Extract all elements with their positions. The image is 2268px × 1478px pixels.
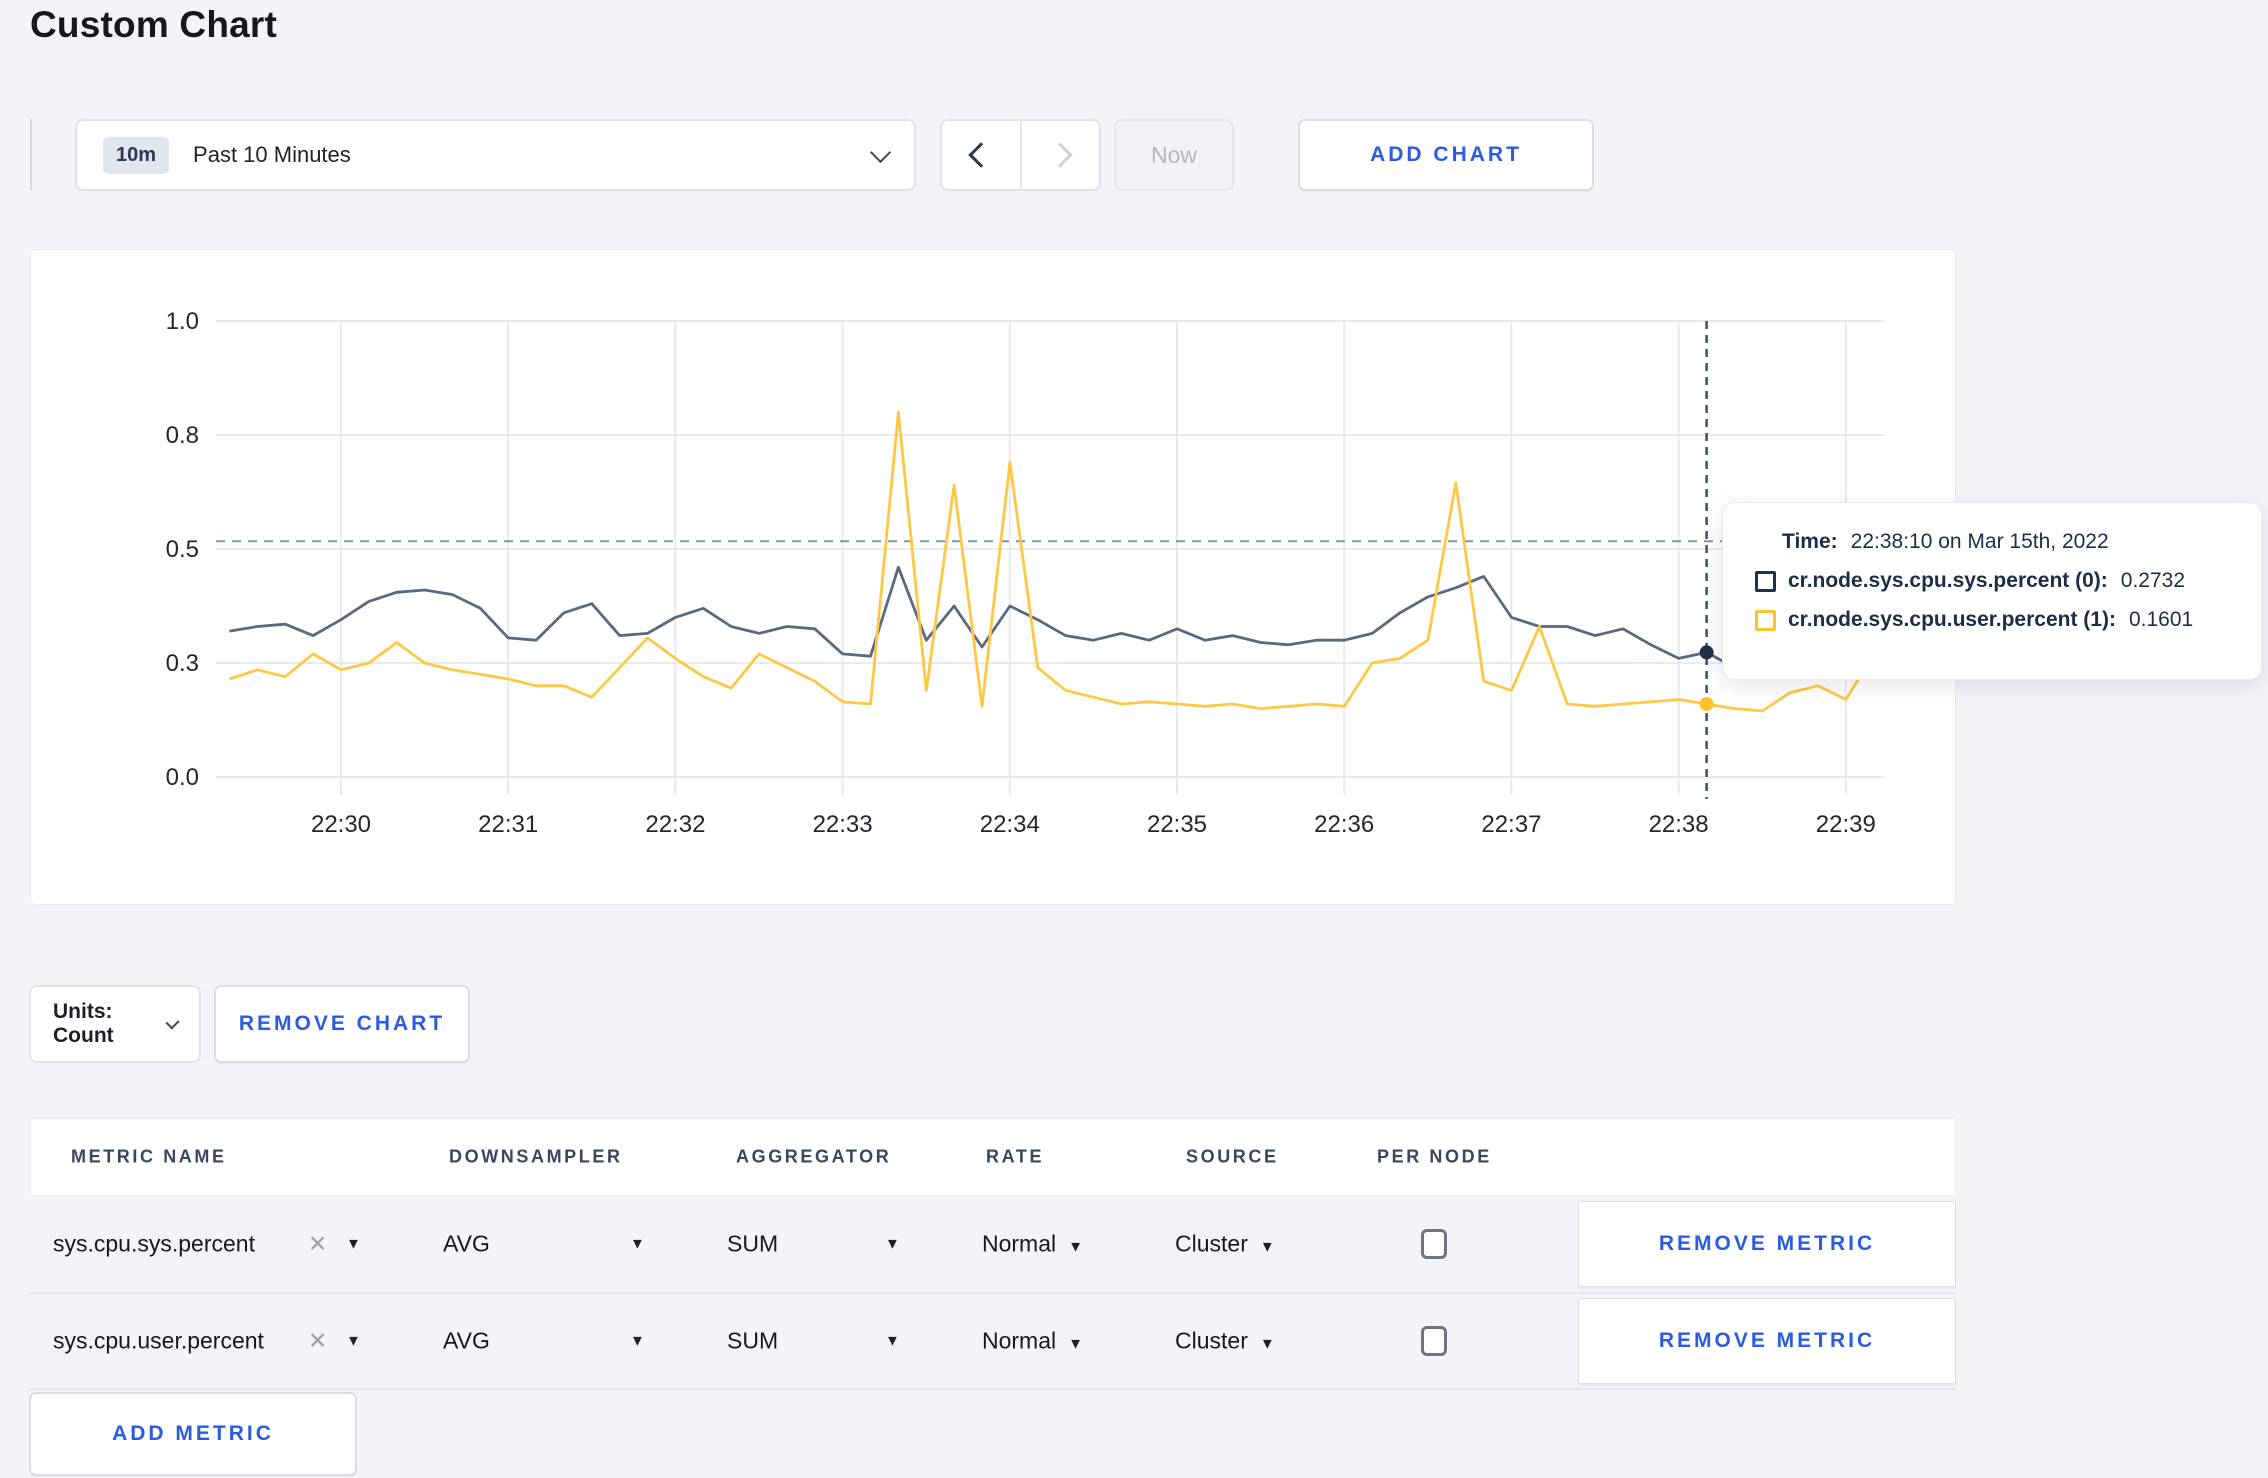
source-select[interactable]: Cluster ▼ [1175, 1328, 1275, 1355]
caret-down-icon[interactable]: ▼ [630, 1236, 645, 1253]
col-header-aggregator: AGGREGATOR [736, 1146, 892, 1167]
caret-down-icon[interactable]: ▼ [346, 1236, 361, 1253]
col-header-rate: RATE [986, 1146, 1045, 1167]
time-range-selector[interactable]: 10m Past 10 Minutes [75, 119, 916, 191]
time-range-badge: 10m [103, 136, 170, 174]
chart-hover-tooltip: Time: 22:38:10 on Mar 15th, 2022 cr.node… [1722, 502, 2262, 680]
page-title: Custom Chart [30, 4, 278, 45]
x-axis-label: 22:39 [1816, 811, 1876, 838]
x-axis-label: 22:37 [1481, 811, 1541, 838]
series-user-swatch-icon [1755, 609, 1776, 631]
aggregator-select[interactable]: SUM [727, 1231, 778, 1258]
units-dropdown[interactable]: Units: Count [29, 985, 201, 1063]
metric-name-select[interactable]: sys.cpu.sys.percent [53, 1231, 255, 1258]
y-axis-label: 0.3 [166, 650, 199, 677]
caret-down-icon[interactable]: ▼ [630, 1333, 645, 1350]
close-icon[interactable]: ✕ [308, 1328, 327, 1355]
add-chart-button[interactable]: ADD CHART [1298, 119, 1594, 191]
caret-down-icon: ▼ [1068, 1335, 1083, 1353]
series-line-0 [229, 565, 1875, 670]
y-axis-label: 0.5 [166, 536, 199, 563]
metrics-table-header: METRIC NAME DOWNSAMPLER AGGREGATOR RATE … [30, 1118, 1956, 1196]
tooltip-time-label: Time: [1782, 530, 1838, 553]
series-sys-swatch-icon [1755, 570, 1776, 592]
x-axis-label: 22:34 [980, 811, 1040, 838]
chevron-down-icon [869, 141, 892, 163]
col-header-downsampler: DOWNSAMPLER [449, 1146, 623, 1167]
rate-select[interactable]: Normal ▼ [982, 1328, 1083, 1355]
x-axis-label: 22:38 [1649, 811, 1709, 838]
downsampler-select[interactable]: AVG [443, 1328, 490, 1355]
table-row: sys.cpu.sys.percent ✕ ▼ AVG ▼ SUM ▼ Norm… [30, 1196, 1956, 1294]
units-label: Units: Count [53, 1000, 114, 1047]
time-range-label: Past 10 Minutes [193, 142, 351, 167]
tooltip-series-value: 0.1601 [2128, 608, 2194, 631]
y-axis-label: 0.8 [166, 422, 199, 449]
close-icon[interactable]: ✕ [308, 1231, 327, 1258]
cpu-percent-line-chart[interactable]: 0.0 0.3 0.5 0.8 1.0 22:30 22:31 22:32 22:33 22:34… [31, 250, 1955, 904]
caret-down-icon: ▼ [1259, 1335, 1275, 1353]
x-axis-label: 22:36 [1314, 811, 1374, 838]
aggregator-select[interactable]: SUM [727, 1328, 778, 1355]
series-line-1 [229, 410, 1875, 713]
caret-down-icon[interactable]: ▼ [346, 1333, 361, 1350]
caret-down-icon[interactable]: ▼ [885, 1333, 900, 1350]
x-axis-label: 22:32 [645, 811, 705, 838]
chevron-down-icon [165, 1014, 180, 1030]
toolbar-divider [30, 119, 32, 190]
table-row: sys.cpu.user.percent ✕ ▼ AVG ▼ SUM ▼ Nor… [30, 1294, 1956, 1390]
tooltip-series-value: 0.2732 [2120, 569, 2186, 592]
hover-dot-1 [1699, 696, 1714, 711]
time-nav-group [940, 119, 1101, 191]
prev-range-button[interactable] [942, 121, 1020, 189]
per-node-checkbox[interactable] [1421, 1229, 1447, 1259]
remove-metric-button[interactable]: REMOVE METRIC [1578, 1201, 1956, 1287]
chart-card: 0.0 0.3 0.5 0.8 1.0 22:30 22:31 22:32 22:33 22:34… [30, 249, 1956, 905]
add-metric-button[interactable]: ADD METRIC [29, 1392, 357, 1476]
source-select[interactable]: Cluster ▼ [1175, 1231, 1275, 1258]
col-header-metric-name: METRIC NAME [71, 1146, 227, 1167]
y-axis-label: 0.0 [166, 764, 199, 791]
caret-down-icon[interactable]: ▼ [885, 1236, 900, 1253]
x-axis-label: 22:33 [813, 811, 873, 838]
x-axis-label: 22:30 [311, 811, 371, 838]
hover-dot-0 [1699, 645, 1714, 660]
chevron-right-icon [1047, 142, 1073, 168]
chevron-left-icon [968, 142, 994, 168]
per-node-checkbox[interactable] [1421, 1326, 1447, 1356]
tooltip-series-label: cr.node.sys.cpu.sys.percent (0): [1788, 569, 2108, 592]
caret-down-icon: ▼ [1068, 1238, 1083, 1256]
x-axis-label: 22:31 [478, 811, 538, 838]
y-axis-label: 1.0 [166, 308, 199, 335]
tooltip-time-value: 22:38:10 on Mar 15th, 2022 [1850, 530, 2109, 553]
next-range-button[interactable] [1019, 121, 1100, 189]
metric-name-select[interactable]: sys.cpu.user.percent [53, 1328, 264, 1355]
now-button[interactable]: Now [1114, 119, 1234, 191]
x-axis-label: 22:35 [1147, 811, 1207, 838]
col-header-per-node: PER NODE [1377, 1146, 1492, 1167]
remove-chart-button[interactable]: REMOVE CHART [214, 985, 470, 1063]
rate-select[interactable]: Normal ▼ [982, 1231, 1083, 1258]
remove-metric-button[interactable]: REMOVE METRIC [1578, 1298, 1956, 1384]
tooltip-series-label: cr.node.sys.cpu.user.percent (1): [1788, 608, 2116, 631]
downsampler-select[interactable]: AVG [443, 1231, 490, 1258]
col-header-source: SOURCE [1186, 1146, 1279, 1167]
caret-down-icon: ▼ [1259, 1238, 1275, 1256]
